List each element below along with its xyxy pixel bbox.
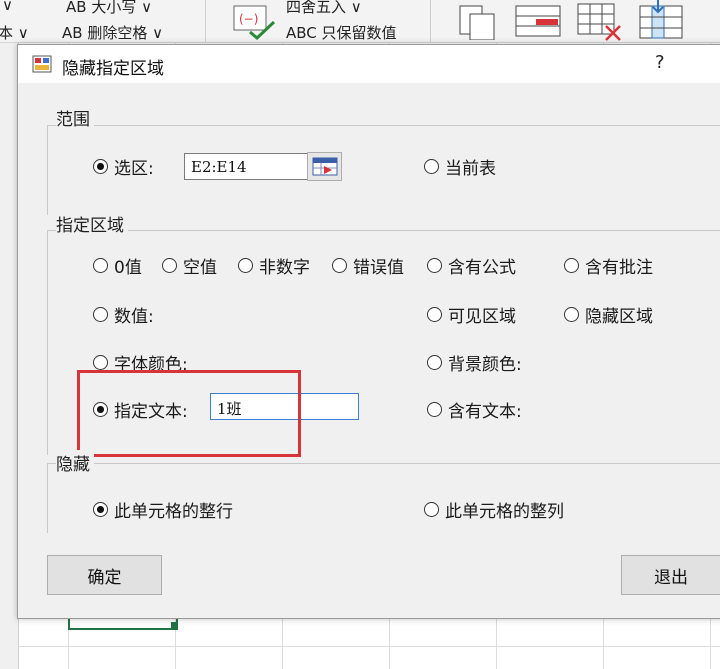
radio-dot	[332, 258, 347, 273]
radio-dot	[564, 258, 579, 273]
hide-section-border	[47, 463, 48, 533]
radio-zero-value-label: 0值	[114, 258, 142, 278]
radio-entire-row-label: 此单元格的整行	[114, 502, 233, 522]
radio-hidden-region[interactable]: 隐藏区域	[564, 302, 653, 327]
radio-dot	[93, 502, 108, 517]
help-button[interactable]: ?	[655, 52, 665, 73]
radio-visible-region-label: 可见区域	[448, 307, 516, 327]
radio-current-sheet-label: 当前表	[445, 159, 496, 179]
region-section-border	[47, 230, 48, 455]
range-picker-button[interactable]	[307, 152, 342, 181]
radio-hidden-region-label: 隐藏区域	[585, 307, 653, 327]
radio-non-numeric[interactable]: 非数字	[238, 253, 310, 278]
document-copy-icon[interactable]	[456, 0, 500, 40]
ribbon: ∨ AB 大小写 ∨ 四舍五入 ∨ 本 ∨ AB 删除空格 ∨ ABC 只保留数…	[0, 0, 720, 43]
radio-error-value-label: 错误值	[353, 258, 404, 278]
radio-dot	[424, 502, 439, 517]
radio-error-value[interactable]: 错误值	[332, 253, 404, 278]
ribbon-separator	[205, 0, 206, 42]
radio-dot	[93, 307, 108, 322]
radio-contains-text-label: 含有文本:	[448, 402, 522, 422]
hide-region-dialog: 隐藏指定区域 ? 范围 选区: E2:E14 当前表 指定区域 0值 空值 非数…	[17, 44, 720, 619]
svg-text:(−): (−)	[239, 12, 258, 26]
radio-dot	[427, 307, 442, 322]
ribbon-case-dropdown[interactable]: AB 大小写 ∨	[66, 0, 152, 17]
radio-dot	[427, 402, 442, 417]
radio-contains-text[interactable]: 含有文本:	[427, 397, 522, 422]
radio-dot	[93, 159, 108, 174]
radio-has-formula-label: 含有公式	[448, 258, 516, 278]
ok-button[interactable]: 确定	[47, 555, 162, 595]
radio-numeric-value[interactable]: 数值:	[93, 302, 154, 327]
radio-dot	[564, 307, 579, 322]
ribbon-round-dropdown[interactable]: 四舍五入 ∨	[286, 0, 362, 17]
insert-column-icon[interactable]	[638, 0, 688, 42]
radio-numeric-value-label: 数值:	[114, 307, 154, 327]
radio-dot	[427, 258, 442, 273]
ribbon-text-dropdown[interactable]: 本 ∨	[0, 22, 29, 43]
region-section-border	[47, 230, 720, 231]
radio-dot	[424, 159, 439, 174]
radio-zero-value[interactable]: 0值	[93, 253, 142, 278]
radio-has-comment-label: 含有批注	[585, 258, 653, 278]
scope-section-border	[47, 125, 48, 215]
region-section-label: 指定区域	[56, 211, 128, 236]
radio-empty-value[interactable]: 空值	[162, 253, 217, 278]
scope-section-border	[47, 125, 720, 126]
radio-non-numeric-label: 非数字	[259, 258, 310, 278]
exit-button[interactable]: 退出	[621, 555, 720, 595]
range-select-icon	[312, 157, 338, 176]
dialog-title: 隐藏指定区域	[62, 59, 164, 79]
radio-selection[interactable]: 选区:	[93, 154, 154, 179]
radio-entire-row[interactable]: 此单元格的整行	[93, 497, 233, 522]
dialog-titlebar[interactable]: 隐藏指定区域 ?	[18, 45, 720, 83]
radio-entire-column[interactable]: 此单元格的整列	[424, 497, 564, 522]
ribbon-separator	[430, 0, 431, 42]
scope-section-label: 范围	[56, 105, 94, 130]
delete-table-icon[interactable]	[576, 0, 626, 42]
radio-background-color-label: 背景颜色:	[448, 355, 522, 375]
radio-selection-label: 选区:	[114, 159, 154, 179]
ribbon-trim-dropdown[interactable]: AB 删除空格 ∨	[62, 22, 163, 43]
fill-handle[interactable]	[171, 622, 177, 628]
selection-range-input[interactable]: E2:E14	[184, 153, 308, 180]
ribbon-keep-numbers-button[interactable]: ABC 只保留数值	[286, 22, 397, 43]
hide-section-border	[47, 463, 720, 464]
table-highlight-icon[interactable]	[514, 0, 564, 40]
radio-dot	[238, 258, 253, 273]
radio-dot	[162, 258, 177, 273]
formula-check-icon[interactable]: (−)	[230, 2, 278, 40]
radio-dot	[427, 355, 442, 370]
hide-section-label: 隐藏	[56, 450, 94, 475]
radio-empty-value-label: 空值	[183, 258, 217, 278]
app-icon	[32, 55, 52, 73]
radio-has-comment[interactable]: 含有批注	[564, 253, 653, 278]
ribbon-dropdown-1[interactable]: ∨	[2, 0, 13, 14]
radio-visible-region[interactable]: 可见区域	[427, 302, 516, 327]
radio-current-sheet[interactable]: 当前表	[424, 154, 496, 179]
red-highlight-annotation	[77, 370, 301, 457]
radio-dot	[93, 355, 108, 370]
radio-has-formula[interactable]: 含有公式	[427, 253, 516, 278]
radio-background-color[interactable]: 背景颜色:	[427, 350, 522, 375]
radio-dot	[93, 258, 108, 273]
radio-entire-column-label: 此单元格的整列	[445, 502, 564, 522]
